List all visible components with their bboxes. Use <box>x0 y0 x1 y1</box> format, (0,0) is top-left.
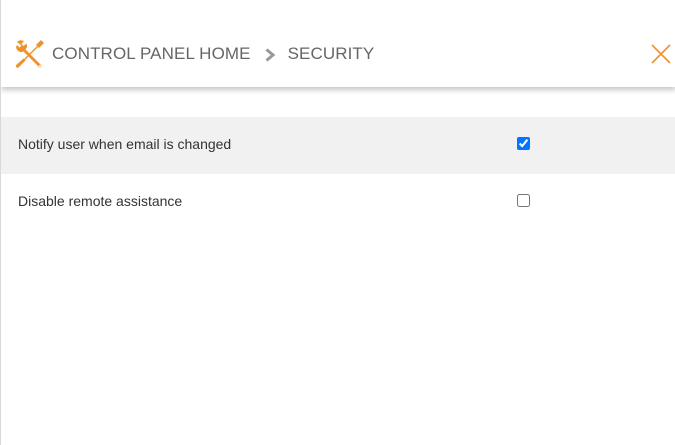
security-panel: CONTROL PANEL HOME SECURITY Notify user … <box>0 0 675 445</box>
security-settings-list: Notify user when email is changed Disabl… <box>1 117 675 231</box>
breadcrumb: CONTROL PANEL HOME SECURITY <box>52 44 374 64</box>
breadcrumb-current: SECURITY <box>287 44 375 63</box>
panel-header: CONTROL PANEL HOME SECURITY <box>1 0 675 87</box>
setting-row-notify-email-change: Notify user when email is changed <box>1 117 675 174</box>
setting-label: Disable remote assistance <box>18 193 183 209</box>
setting-row-disable-remote-assistance: Disable remote assistance <box>1 174 675 231</box>
disable-remote-assistance-checkbox[interactable] <box>517 194 530 207</box>
notify-email-change-checkbox[interactable] <box>517 137 530 150</box>
chevron-right-icon <box>264 47 276 62</box>
setting-label: Notify user when email is changed <box>18 136 232 152</box>
tools-icon <box>14 38 46 70</box>
breadcrumb-home-link[interactable]: CONTROL PANEL HOME <box>52 44 251 64</box>
close-icon[interactable] <box>650 43 672 65</box>
